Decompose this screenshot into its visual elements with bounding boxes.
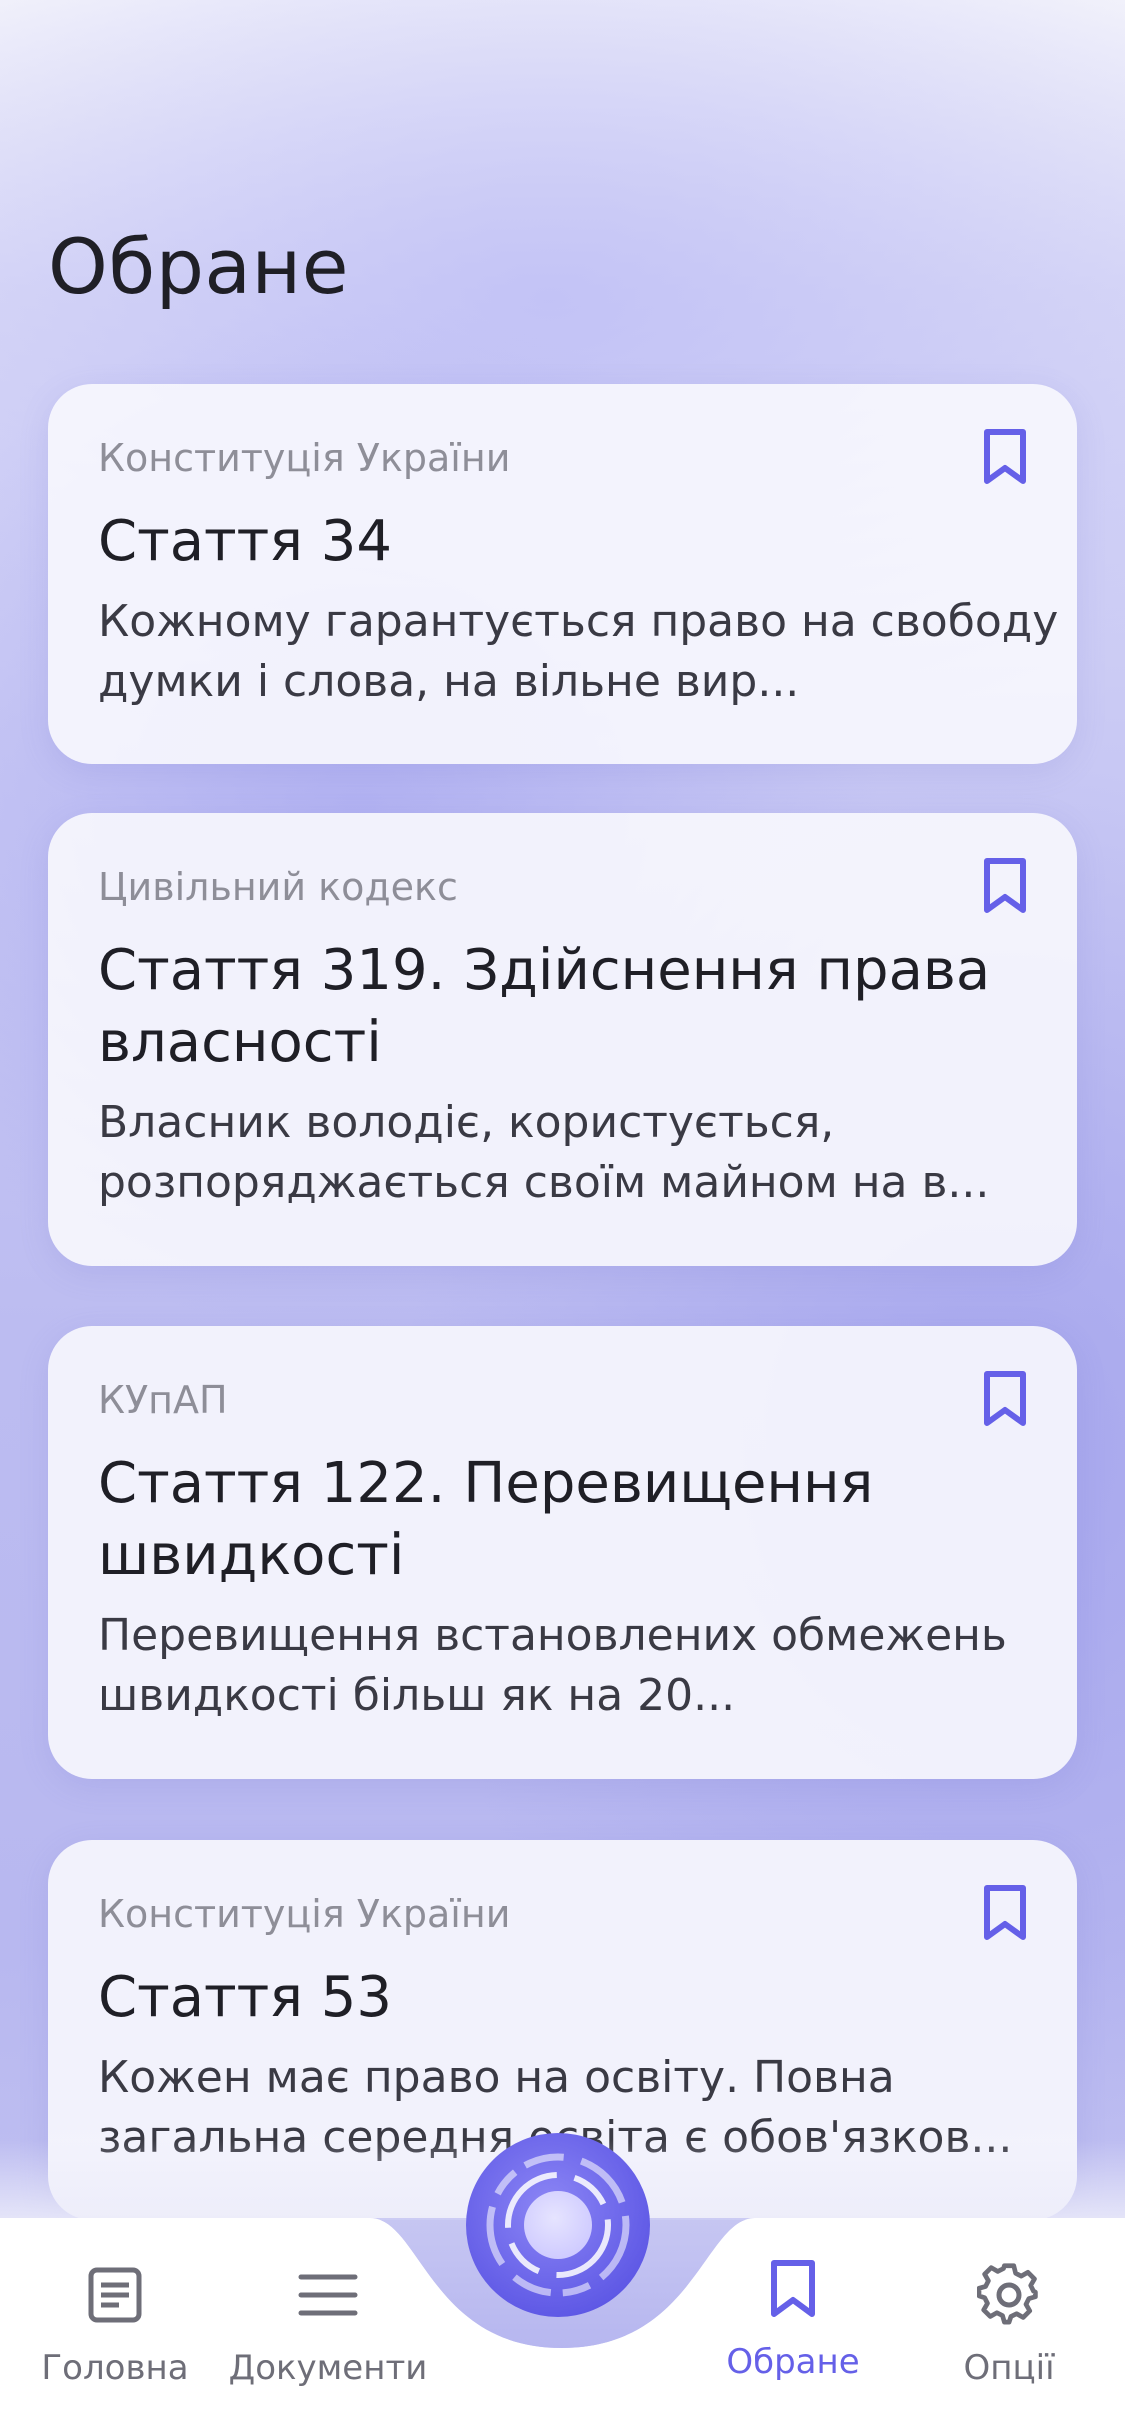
assistant-orb-icon[interactable] [463, 2130, 653, 2320]
card-source: КУпАП [98, 1378, 228, 1422]
tab-label: Опції [963, 2348, 1055, 2388]
tab-label: Документи [228, 2348, 428, 2388]
card-excerpt: Власник володіє, користується, розпорядж… [98, 1097, 990, 1208]
card-title: Стаття 319. Здійснення права власності [98, 938, 991, 1075]
card-source: Конституція України [98, 436, 511, 480]
bookmark-icon [771, 2260, 815, 2317]
card-excerpt: Кожному гарантується право на свободу ду… [98, 596, 1059, 707]
tab-options[interactable]: Опції [899, 2260, 1119, 2388]
tab-label: Головна [41, 2348, 189, 2388]
card-title: Стаття 53 [98, 1965, 393, 2030]
tab-documents[interactable]: Документи [218, 2260, 438, 2388]
favorite-card[interactable]: Конституція України Стаття 34 Кожному га… [48, 384, 1077, 764]
bookmark-icon[interactable] [981, 1884, 1029, 1942]
page-title: Обране [48, 222, 349, 311]
card-source: Конституція України [98, 1892, 511, 1936]
tab-favorites[interactable]: Обране [683, 2254, 903, 2382]
tab-label: Обране [726, 2342, 860, 2382]
favorite-card[interactable]: Цивільний кодекс Стаття 319. Здійснення … [48, 813, 1077, 1266]
favorite-card[interactable]: КУпАП Стаття 122. Перевищення швидкості … [48, 1326, 1077, 1779]
card-title: Стаття 122. Перевищення швидкості [98, 1451, 874, 1588]
bookmark-icon[interactable] [981, 428, 1029, 486]
menu-icon [298, 2274, 358, 2316]
card-source: Цивільний кодекс [98, 865, 458, 909]
gear-icon [977, 2263, 1038, 2325]
tab-home[interactable]: Головна [5, 2260, 225, 2388]
document-icon [88, 2267, 142, 2323]
card-excerpt: Перевищення встановлених обмежень швидко… [98, 1610, 1007, 1721]
bookmark-icon[interactable] [981, 857, 1029, 915]
bookmark-icon[interactable] [981, 1370, 1029, 1428]
card-title: Стаття 34 [98, 509, 393, 574]
